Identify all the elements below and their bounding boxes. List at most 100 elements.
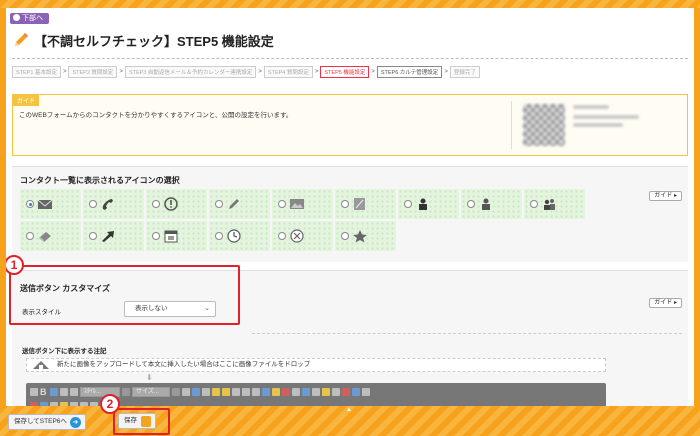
table-icon[interactable]: [312, 388, 320, 396]
anchor-icon[interactable]: [292, 388, 300, 396]
save-and-next-label: 保存してSTEP6へ: [14, 418, 67, 425]
step-6[interactable]: STEP6 カルテ管理設定: [376, 66, 443, 78]
title-divider: [12, 58, 688, 59]
radio-button[interactable]: [152, 232, 160, 240]
icon-option-phone[interactable]: [83, 189, 144, 219]
icon-selection-section: コンタクト一覧に表示されるアイコンの選択 ガイド ▸: [12, 166, 688, 262]
pencil-icon: [229, 199, 239, 209]
radio-button[interactable]: [26, 232, 34, 240]
emoji-icon[interactable]: [322, 388, 330, 396]
radio-button[interactable]: [215, 232, 223, 240]
icon-option-arrow[interactable]: [83, 221, 144, 251]
radio-button[interactable]: [467, 200, 475, 208]
strike-icon[interactable]: [70, 388, 78, 396]
link-icon[interactable]: [272, 388, 280, 396]
icon-option-exclamation[interactable]: [146, 189, 207, 219]
underline-icon[interactable]: [60, 388, 68, 396]
icon-option-note[interactable]: [335, 189, 396, 219]
step-separator: >: [62, 69, 67, 75]
icon-option-clock[interactable]: [209, 221, 270, 251]
paste-icon[interactable]: [202, 388, 210, 396]
list-icon[interactable]: [232, 388, 240, 396]
radio-button[interactable]: [152, 200, 160, 208]
align-center-icon[interactable]: [222, 388, 230, 396]
icon-option-cross-circle[interactable]: [272, 221, 333, 251]
prev-badge[interactable]: 下部へ: [10, 13, 49, 24]
arrow-down-icon: ⬇: [146, 373, 153, 382]
step-separator: >: [371, 69, 375, 75]
radio-button[interactable]: [530, 200, 538, 208]
step-2[interactable]: STEP2 質問設定: [68, 66, 118, 78]
step-3[interactable]: STEP3 自動返信メール＆予約カレンダー連携設定: [124, 66, 257, 78]
icon-option-pencil[interactable]: [209, 189, 270, 219]
maximize-icon[interactable]: [362, 388, 370, 396]
numbered-list-icon[interactable]: [242, 388, 250, 396]
step-4[interactable]: STEP4 質問設定: [263, 66, 313, 78]
submit-guide-button[interactable]: ガイド ▸: [649, 298, 682, 308]
icon-option-image[interactable]: [272, 189, 333, 219]
image-dropzone[interactable]: 新たに画像をアップロードして本文に挿入したい場合はここに画像ファイルをドロップ: [26, 358, 606, 372]
hr-icon[interactable]: [332, 388, 340, 396]
icon-option-book[interactable]: [20, 221, 81, 251]
outdent-icon[interactable]: [262, 388, 270, 396]
radio-button[interactable]: [404, 200, 412, 208]
step-separator: >: [444, 69, 448, 75]
step-1[interactable]: STEP1 基本設定: [12, 66, 61, 78]
title-row: 【不調セルフチェック】STEP5 機能設定: [12, 30, 274, 50]
align-left-icon[interactable]: [212, 388, 220, 396]
blurred-text: [573, 115, 639, 119]
save-and-next-button[interactable]: 保存してSTEP6へ ➜: [8, 414, 86, 430]
icon-option-calendar[interactable]: [146, 221, 207, 251]
phone-icon: [102, 199, 113, 210]
font-size-select[interactable]: サイズ...: [132, 387, 170, 397]
radio-button[interactable]: [89, 232, 97, 240]
callout-submit-customize: [9, 265, 240, 325]
icon-guide-button[interactable]: ガイド ▸: [649, 191, 682, 201]
icon-option-person-alt[interactable]: [461, 189, 522, 219]
calendar-icon: [164, 230, 178, 243]
quote-icon[interactable]: [252, 388, 260, 396]
radio-button[interactable]: [278, 200, 286, 208]
guide-tag: ガイド: [13, 95, 40, 106]
chevron-down-icon[interactable]: [172, 388, 180, 396]
callout-number-2: 2: [100, 394, 120, 414]
undo-icon[interactable]: [30, 388, 38, 396]
radio-button[interactable]: [341, 232, 349, 240]
page-panel: 下部へ 【不調セルフチェック】STEP5 機能設定 STEP1 基本設定 > ST…: [6, 8, 694, 406]
step-separator: >: [314, 69, 319, 75]
icon-option-star[interactable]: [335, 221, 396, 251]
icon-option-mail[interactable]: [20, 189, 81, 219]
note-icon: [354, 198, 365, 210]
step-separator: >: [258, 69, 262, 75]
special-char-icon[interactable]: [342, 388, 350, 396]
radio-button[interactable]: [215, 200, 223, 208]
radio-button[interactable]: [26, 200, 34, 208]
mail-icon: [37, 199, 53, 209]
copy-icon[interactable]: [192, 388, 200, 396]
scroll-up-icon[interactable]: ▲: [346, 407, 352, 413]
guide-button-label: ガイド: [654, 193, 673, 199]
icon-section-title: コンタクト一覧に表示されるアイコンの選択: [20, 176, 180, 185]
source-icon[interactable]: [352, 388, 360, 396]
prev-badge-label: 下部へ: [22, 15, 43, 22]
bold-icon[interactable]: B: [40, 388, 48, 397]
people-icon: [544, 199, 555, 210]
icon-option-person[interactable]: [398, 189, 459, 219]
italic-icon[interactable]: [50, 388, 58, 396]
document-icon[interactable]: [182, 388, 190, 396]
guide-button-label: ガイド: [654, 300, 673, 306]
radio-button[interactable]: [89, 200, 97, 208]
image-icon: [290, 199, 304, 209]
radio-button[interactable]: [278, 232, 286, 240]
icon-option-people[interactable]: [524, 189, 585, 219]
page-title: 【不調セルフチェック】STEP5 機能設定: [34, 33, 274, 49]
arrow-right-icon: ➜: [69, 416, 81, 428]
blurred-text: [573, 105, 609, 109]
chevron-down-icon[interactable]: [122, 388, 130, 396]
exclamation-icon: [164, 197, 178, 211]
radio-button[interactable]: [341, 200, 349, 208]
image-icon[interactable]: [302, 388, 310, 396]
guide-text: このWEBフォームからのコンタクトを分かりやすくするアイコンと、公開の設定を行い…: [19, 112, 293, 119]
unlink-icon[interactable]: [282, 388, 290, 396]
step-separator: >: [119, 69, 123, 75]
